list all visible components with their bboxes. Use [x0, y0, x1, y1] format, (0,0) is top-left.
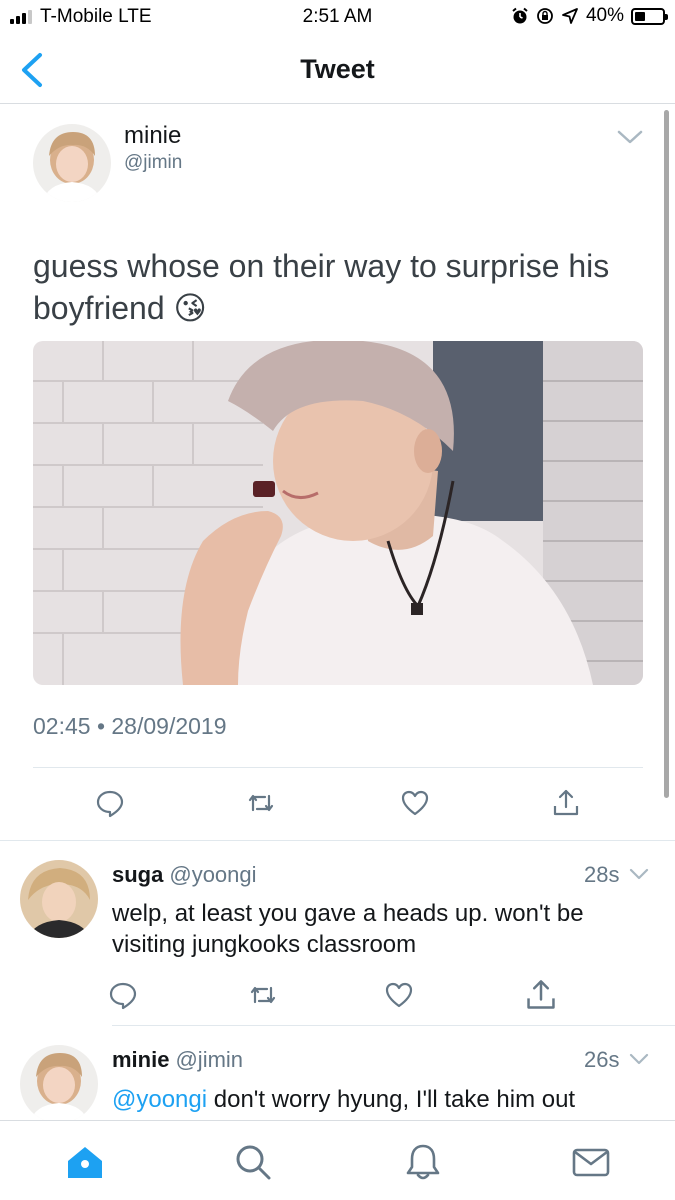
user-handle[interactable]: @jimin	[124, 152, 182, 174]
tweet-text-body: guess whose on their way to surprise his…	[33, 248, 610, 326]
user-handle: @yoongi	[169, 862, 257, 887]
rotation-lock-icon	[537, 8, 553, 24]
avatar[interactable]	[20, 1045, 98, 1123]
reply-time: 28s	[584, 862, 620, 887]
chevron-down-icon[interactable]	[628, 1051, 650, 1067]
scrollbar[interactable]	[664, 110, 669, 798]
divider	[112, 1025, 675, 1026]
chevron-down-icon[interactable]	[628, 866, 650, 882]
reply-time: 26s	[584, 1047, 620, 1072]
status-icons: 40%	[511, 5, 668, 27]
reply-icon[interactable]	[95, 788, 125, 818]
display-name[interactable]: minie	[124, 122, 181, 150]
notifications-icon[interactable]	[402, 1141, 444, 1183]
battery-percent: 40%	[585, 5, 624, 26]
tab-bar	[0, 1120, 675, 1200]
reply-author[interactable]: suga @yoongi	[112, 862, 257, 888]
alarm-icon	[512, 7, 528, 24]
reply-text: @yoongi don't worry hyung, I'll take him…	[112, 1084, 652, 1115]
reply-text-body: don't worry hyung, I'll take him out	[207, 1086, 576, 1113]
display-name: minie	[112, 1047, 170, 1072]
location-icon	[562, 8, 578, 24]
divider	[0, 840, 675, 841]
avatar[interactable]	[20, 860, 98, 938]
battery-fill	[635, 11, 646, 21]
like-icon[interactable]	[384, 980, 414, 1010]
divider	[33, 767, 643, 768]
battery-icon	[631, 7, 668, 25]
like-icon[interactable]	[400, 788, 430, 818]
share-icon[interactable]	[524, 978, 558, 1012]
chevron-down-icon[interactable]	[615, 126, 645, 148]
avatar[interactable]	[33, 124, 111, 202]
retweet-icon[interactable]	[248, 980, 278, 1010]
share-icon[interactable]	[551, 788, 581, 818]
messages-icon[interactable]	[570, 1141, 612, 1183]
display-name: suga	[112, 862, 164, 887]
tweet-timestamp: 02:45 • 28/09/2019	[33, 713, 227, 739]
user-handle: @jimin	[175, 1047, 244, 1072]
reply-text: welp, at least you gave a heads up. won'…	[112, 900, 584, 958]
home-icon[interactable]	[64, 1141, 106, 1183]
search-icon[interactable]	[232, 1141, 274, 1183]
tweet-text: guess whose on their way to surprise his…	[33, 245, 663, 329]
retweet-icon[interactable]	[246, 788, 276, 818]
page-title: Tweet	[300, 54, 375, 84]
reply-icon[interactable]	[108, 980, 138, 1010]
status-bar: T-Mobile LTE 2:51 AM 40%	[0, 0, 675, 32]
tweet-photo[interactable]	[33, 341, 643, 685]
reply-author[interactable]: minie @jimin	[112, 1047, 243, 1073]
nav-bar: Tweet	[0, 38, 675, 104]
kissing-face-emoji: 😘	[173, 290, 207, 326]
mention-link[interactable]: @yoongi	[112, 1086, 207, 1113]
